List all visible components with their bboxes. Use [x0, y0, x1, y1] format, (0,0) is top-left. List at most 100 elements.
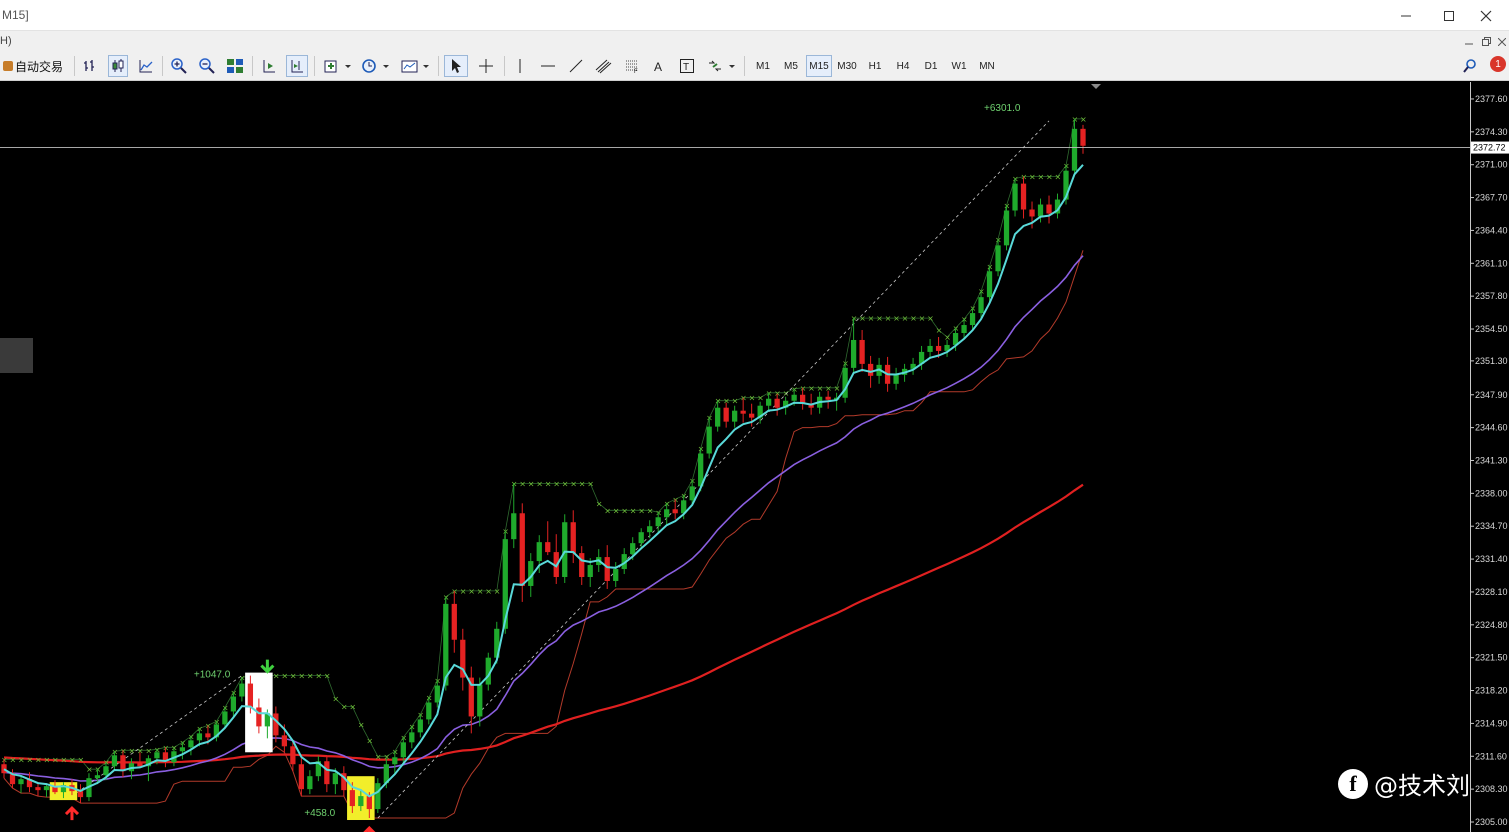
- bullish-candle: [511, 513, 517, 540]
- resistance-marker: ×: [485, 587, 492, 596]
- bullish-candle: [230, 696, 237, 712]
- resistance-marker: ×: [281, 672, 288, 681]
- mdi-minimize-button[interactable]: [1462, 35, 1476, 48]
- bullish-candle: [1003, 210, 1010, 246]
- bullish-candle: [986, 271, 993, 298]
- vertical-line-tool-button[interactable]: [508, 55, 532, 77]
- timeframe-mn[interactable]: MN: [974, 55, 1000, 77]
- resistance-marker: ×: [859, 314, 866, 323]
- bullish-candle: [791, 394, 797, 401]
- timeframe-m5[interactable]: M5: [778, 55, 804, 77]
- chart-shift-button[interactable]: [286, 55, 308, 77]
- channel-lower-line: [3, 250, 1084, 819]
- resistance-marker: ×: [145, 746, 152, 755]
- text-tool-button[interactable]: A: [648, 55, 670, 77]
- timeframe-m1[interactable]: M1: [750, 55, 776, 77]
- resistance-marker: ×: [630, 506, 637, 515]
- bullish-candle: [196, 733, 203, 741]
- arrows-icon: [709, 60, 735, 72]
- line-chart-button[interactable]: [136, 55, 156, 77]
- bullish-candle: [961, 325, 967, 334]
- timeframe-m15[interactable]: M15: [806, 55, 832, 77]
- mdi-close-button[interactable]: [1495, 35, 1509, 48]
- bullish-candle: [358, 796, 364, 807]
- watermark-text: @技术刘: [1374, 772, 1470, 800]
- price-axis-label: 2364.40: [1475, 225, 1508, 235]
- text-label-tool-button[interactable]: T: [676, 55, 698, 77]
- bullish-candle: [978, 297, 984, 314]
- bullish-candle: [842, 367, 848, 398]
- fibonacci-tool-button[interactable]: F: [620, 55, 644, 77]
- crosshair-tool-button[interactable]: [474, 55, 498, 77]
- search-button[interactable]: [1460, 55, 1480, 77]
- cursor-tool-button[interactable]: [444, 55, 468, 77]
- resistance-marker: ×: [69, 755, 76, 764]
- templates-dropdown[interactable]: [398, 55, 432, 77]
- price-axis-label: 2324.80: [1475, 620, 1508, 630]
- bearish-candle: [1046, 204, 1052, 214]
- menu-bar: H): [0, 31, 1509, 52]
- price-axis-label: 2314.90: [1475, 718, 1508, 728]
- resistance-marker: ×: [1080, 115, 1087, 124]
- mdi-restore-button[interactable]: [1479, 35, 1493, 48]
- bullish-candle: [638, 532, 644, 544]
- resistance-marker: ×: [647, 506, 654, 515]
- toolbar-divider: [744, 56, 745, 76]
- price-chart[interactable]: 2377.60 2374.30 2371.00 2367.70 2364.40 2361.…: [0, 82, 1509, 832]
- minimize-button[interactable]: [1383, 0, 1429, 31]
- candlestick-chart-button[interactable]: [108, 55, 128, 77]
- bearish-candle: [35, 787, 41, 791]
- timeframe-h1[interactable]: H1: [862, 55, 888, 77]
- arrows-dropdown[interactable]: [704, 55, 738, 77]
- resistance-marker: ×: [26, 755, 33, 764]
- bearish-candle: [570, 522, 576, 554]
- bearish-candle: [579, 553, 585, 578]
- price-axis-label: 2347.90: [1475, 390, 1508, 400]
- menu-item-help[interactable]: H): [0, 35, 12, 47]
- bullish-candle: [18, 779, 24, 785]
- bullish-candle: [562, 522, 568, 578]
- close-icon: [1498, 37, 1506, 46]
- price-axis-label: 2338.00: [1475, 488, 1508, 498]
- auto-scroll-button[interactable]: [258, 55, 280, 77]
- trendline-tool-button[interactable]: [564, 55, 588, 77]
- price-axis-label: 2321.50: [1475, 653, 1508, 663]
- resistance-marker: ×: [273, 672, 280, 681]
- bearish-candle: [273, 713, 279, 736]
- toolbar-divider: [314, 56, 315, 76]
- close-button[interactable]: [1463, 0, 1509, 31]
- timeframe-h4[interactable]: H4: [890, 55, 916, 77]
- resistance-marker: ×: [375, 752, 382, 761]
- horizontal-line-tool-button[interactable]: [536, 55, 560, 77]
- current-price-label: 2372.72: [1473, 143, 1506, 153]
- timeframe-m30[interactable]: M30: [834, 55, 860, 77]
- resistance-marker: ×: [902, 314, 909, 323]
- buy-signal-arrow-icon: [64, 805, 80, 821]
- resistance-marker: ×: [60, 755, 67, 764]
- bearish-candle: [825, 396, 831, 400]
- bar-chart-button[interactable]: [80, 55, 100, 77]
- zoom-out-button[interactable]: [196, 55, 218, 77]
- market-watch-tab[interactable]: [0, 338, 33, 373]
- resistance-marker: ×: [604, 506, 611, 515]
- resistance-marker: ×: [358, 720, 365, 729]
- bullish-candle: [375, 783, 381, 810]
- indicators-dropdown[interactable]: [320, 55, 354, 77]
- timeframe-d1[interactable]: D1: [918, 55, 944, 77]
- timeframe-w1[interactable]: W1: [946, 55, 972, 77]
- resistance-marker: ×: [468, 587, 475, 596]
- price-axis-label: 2357.80: [1475, 291, 1508, 301]
- text-label-icon: T: [680, 59, 694, 73]
- bullish-candle: [434, 685, 440, 703]
- autotrade-button[interactable]: 自动交易: [0, 55, 66, 77]
- minimize-icon: [1401, 15, 1411, 16]
- bullish-candle: [179, 747, 186, 752]
- resistance-marker: ×: [18, 755, 25, 764]
- tile-windows-button[interactable]: [224, 55, 246, 77]
- periods-dropdown[interactable]: [358, 55, 392, 77]
- notification-badge[interactable]: 1: [1490, 56, 1506, 72]
- channel-tool-button[interactable]: [592, 55, 616, 77]
- title-bar: M15]: [0, 0, 1509, 31]
- resistance-marker: ×: [77, 755, 84, 764]
- zoom-in-button[interactable]: [168, 55, 190, 77]
